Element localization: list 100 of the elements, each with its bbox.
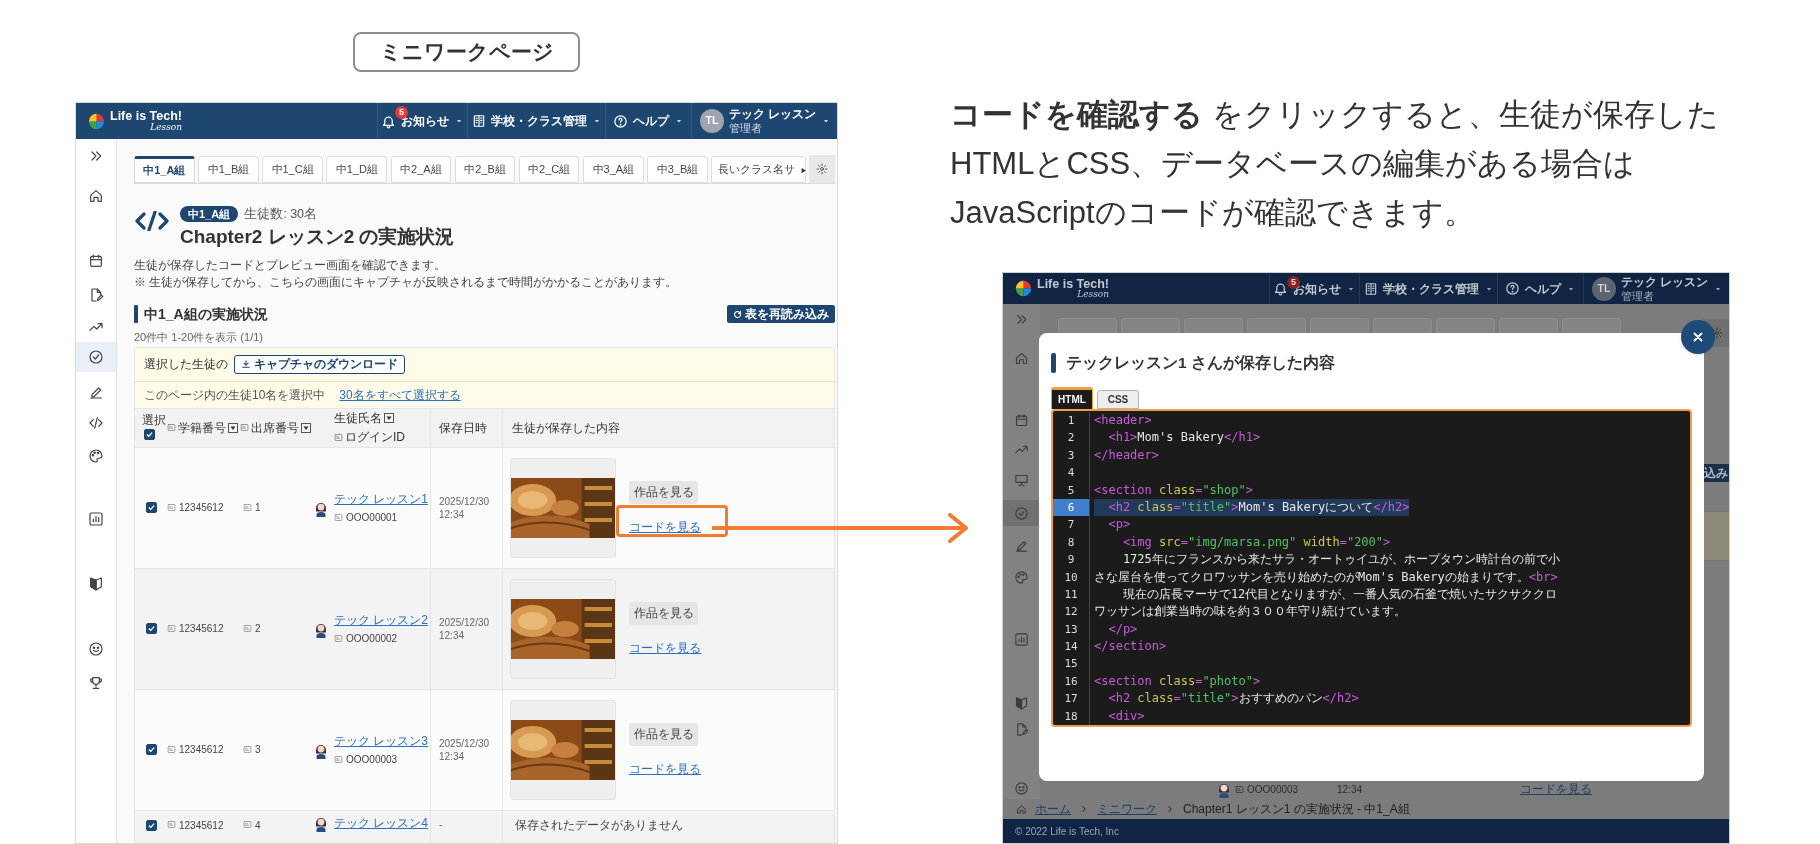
line-number: 11 bbox=[1053, 585, 1090, 604]
help-icon bbox=[1505, 281, 1520, 296]
close-button[interactable] bbox=[1681, 320, 1715, 354]
logo-subtext: Lesson bbox=[1077, 290, 1109, 300]
view-work-button[interactable]: 作品を見る bbox=[629, 601, 698, 625]
checkbox[interactable] bbox=[146, 819, 157, 831]
saved-time: 12:34 bbox=[439, 749, 466, 763]
attendance-number: 3 bbox=[255, 744, 261, 756]
line-number: 8 bbox=[1053, 533, 1090, 552]
class-tab[interactable]: 中1_B組 bbox=[198, 156, 259, 183]
line-number: 16 bbox=[1053, 672, 1090, 691]
dialog-title: テックレッスン1 さんが保存した内容 bbox=[1066, 353, 1335, 374]
id-icon bbox=[167, 503, 176, 513]
home-icon bbox=[1016, 803, 1027, 815]
user-role: 管理者 bbox=[1621, 288, 1655, 303]
id-icon bbox=[334, 755, 343, 765]
class-tab[interactable]: 中3_B組 bbox=[647, 156, 708, 183]
dropdown-icon[interactable] bbox=[228, 422, 238, 433]
column-header: ログインID bbox=[345, 429, 405, 447]
view-code-link[interactable]: コードを見る bbox=[629, 761, 701, 776]
palette-icon bbox=[1014, 569, 1029, 585]
id-icon bbox=[240, 423, 249, 433]
login-id: OOO00001 bbox=[346, 511, 398, 526]
class-tab[interactable]: 中3_A組 bbox=[583, 156, 644, 183]
checkbox[interactable] bbox=[146, 744, 157, 756]
code-tab[interactable]: CSS bbox=[1097, 390, 1139, 409]
home-icon bbox=[1014, 350, 1029, 366]
code-line: <h2 class="title">おすすめのパン</h2> bbox=[1107, 690, 1359, 708]
checkbox[interactable] bbox=[144, 428, 155, 440]
code-line: ワッサンは創業当時の味を約３００年守り続けています。 bbox=[1094, 603, 1406, 621]
bar-chart-icon bbox=[1014, 631, 1029, 647]
class-badge: 中1_A組 bbox=[180, 206, 239, 223]
logo-text: Life is Tech! bbox=[110, 110, 182, 123]
code-line: さな屋台を使ってクロワッサンを売り始めたのがMom's Bakeryの始まりです。<br> bbox=[1094, 568, 1558, 586]
pen-icon bbox=[88, 384, 104, 400]
view-code-link[interactable]: コードを見る bbox=[629, 640, 701, 655]
saved-date: 2025/12/30 bbox=[439, 736, 491, 750]
saved-time: 12:34 bbox=[1337, 782, 1364, 797]
settings-button[interactable] bbox=[809, 155, 836, 183]
line-number: 15 bbox=[1053, 655, 1090, 673]
calendar-icon bbox=[88, 253, 104, 269]
id-icon bbox=[334, 432, 343, 442]
code-line: </header> bbox=[1094, 446, 1160, 464]
help-menu[interactable]: ヘルプ bbox=[1497, 273, 1583, 304]
reload-button[interactable]: 表を再読み込み bbox=[727, 305, 835, 324]
user-role: 管理者 bbox=[729, 121, 763, 135]
bell-icon bbox=[1273, 281, 1288, 296]
class-tab[interactable]: 中2_A組 bbox=[390, 156, 452, 183]
id-icon bbox=[167, 423, 176, 433]
class-tab[interactable]: 中1_D組 bbox=[326, 156, 388, 183]
id-icon bbox=[243, 745, 252, 755]
code-icon bbox=[134, 211, 170, 231]
student-name-link[interactable]: テック レッスン2 bbox=[334, 611, 428, 630]
trophy-icon bbox=[88, 675, 104, 691]
section-marker bbox=[134, 305, 138, 324]
sidebar-item[interactable] bbox=[76, 342, 116, 372]
dropdown-icon[interactable] bbox=[384, 413, 394, 424]
student-name-link[interactable]: テック レッスン4 bbox=[334, 813, 428, 832]
logo-subtext: Lesson bbox=[150, 122, 182, 132]
view-work-button[interactable]: 作品を見る bbox=[629, 480, 698, 504]
checkbox[interactable] bbox=[146, 623, 157, 635]
attendance-number: 2 bbox=[255, 623, 261, 635]
saved-time: 12:34 bbox=[439, 628, 466, 642]
student-name-link[interactable]: テック レッスン3 bbox=[334, 732, 428, 751]
student-number: 12345612 bbox=[179, 744, 224, 756]
id-icon bbox=[167, 624, 176, 634]
home-icon bbox=[88, 188, 104, 204]
code-line: <img src="img/marsa.png" width="200"> bbox=[1121, 533, 1391, 551]
user-avatar: TL bbox=[700, 109, 724, 133]
line-number: 1 bbox=[1053, 412, 1090, 430]
student-name-link[interactable]: テック レッスン1 bbox=[334, 490, 428, 509]
view-work-button[interactable]: 作品を見る bbox=[629, 722, 698, 746]
login-id: OOO00003 bbox=[346, 753, 398, 768]
select-all-link[interactable]: 30名をすべて選択する bbox=[339, 385, 461, 404]
smile-icon bbox=[88, 641, 104, 657]
class-tab[interactable]: 中1_C組 bbox=[262, 156, 323, 183]
check-circle-icon bbox=[1014, 505, 1029, 521]
student-number: 12345612 bbox=[179, 819, 224, 831]
line-number: 3 bbox=[1053, 446, 1090, 465]
building-icon bbox=[1363, 281, 1378, 296]
download-button[interactable]: キャプチャのダウンロード bbox=[234, 354, 405, 374]
code-line: 現在の店長マーサで12代目となりますが、一番人気の石釜で焼いたサクサククロ bbox=[1121, 585, 1558, 603]
class-tab[interactable]: 中1_A組 bbox=[134, 156, 195, 183]
bell-icon bbox=[381, 113, 396, 129]
class-tab[interactable]: 長いクラス名サ bbox=[711, 156, 806, 183]
sidebar-item[interactable] bbox=[1003, 500, 1040, 526]
dropdown-icon[interactable] bbox=[301, 422, 311, 433]
line-number: 13 bbox=[1053, 620, 1090, 639]
school-menu[interactable]: 学校・クラス管理 bbox=[1359, 273, 1497, 304]
close-icon bbox=[1691, 330, 1705, 344]
saved-date: - bbox=[439, 817, 444, 831]
checkbox[interactable] bbox=[146, 502, 157, 514]
column-header: 出席番号 bbox=[251, 419, 299, 437]
class-tab[interactable]: 中2_C組 bbox=[518, 156, 580, 183]
class-tab[interactable]: 中2_B組 bbox=[454, 156, 516, 183]
code-tab[interactable]: HTML bbox=[1051, 387, 1093, 409]
bar-chart-icon bbox=[88, 511, 104, 527]
student-count: 生徒数: 30名 bbox=[244, 206, 318, 223]
view-code-link[interactable]: コードを見る bbox=[629, 519, 701, 534]
chevron-icon bbox=[1079, 804, 1089, 814]
